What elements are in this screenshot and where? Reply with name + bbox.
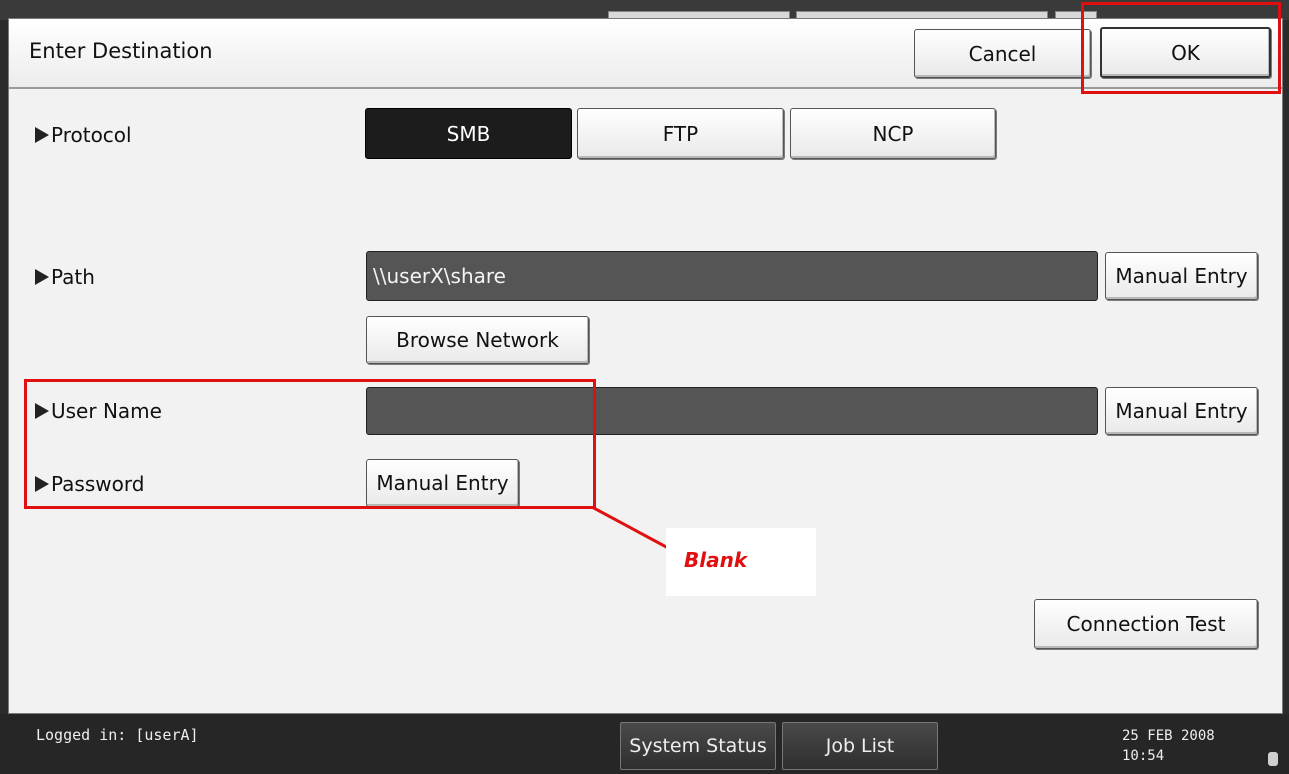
- protocol-ncp-button[interactable]: NCP: [790, 108, 996, 159]
- protocol-smb-button[interactable]: SMB: [365, 108, 572, 159]
- cancel-button[interactable]: Cancel: [914, 29, 1091, 78]
- user-name-manual-entry-button[interactable]: Manual Entry: [1105, 387, 1258, 435]
- credentials-highlight-box: [24, 379, 596, 509]
- job-list-button[interactable]: Job List: [782, 722, 938, 770]
- path-field[interactable]: \\userX\share: [366, 251, 1098, 301]
- browse-network-button[interactable]: Browse Network: [366, 316, 589, 364]
- date-time: 25 FEB 2008 10:54: [1122, 726, 1215, 766]
- path-label: Path: [35, 262, 95, 292]
- connection-test-button[interactable]: Connection Test: [1034, 599, 1258, 649]
- protocol-label-text: Protocol: [51, 123, 132, 147]
- logged-in-user: Logged in: [userA]: [36, 726, 199, 744]
- right-triangle-icon: [35, 269, 49, 285]
- time-text: 10:54: [1122, 748, 1165, 764]
- annotation-text: Blank: [684, 548, 748, 572]
- path-manual-entry-button[interactable]: Manual Entry: [1105, 252, 1258, 300]
- annotation-callout: Blank: [666, 528, 816, 596]
- system-status-button[interactable]: System Status: [620, 722, 776, 770]
- ok-highlight-box: [1081, 2, 1281, 94]
- right-triangle-icon: [35, 127, 49, 143]
- callout-leader: [591, 505, 671, 551]
- date-text: 25 FEB 2008: [1122, 728, 1215, 744]
- path-label-text: Path: [51, 265, 95, 289]
- enter-destination-dialog: Enter Destination Cancel OK Protocol SMB…: [8, 18, 1283, 714]
- status-bar: Logged in: [userA] System Status Job Lis…: [0, 714, 1289, 774]
- dialog-title: Enter Destination: [29, 39, 213, 63]
- toner-icon: [1268, 752, 1278, 766]
- protocol-ftp-button[interactable]: FTP: [577, 108, 784, 159]
- protocol-label: Protocol: [35, 120, 132, 150]
